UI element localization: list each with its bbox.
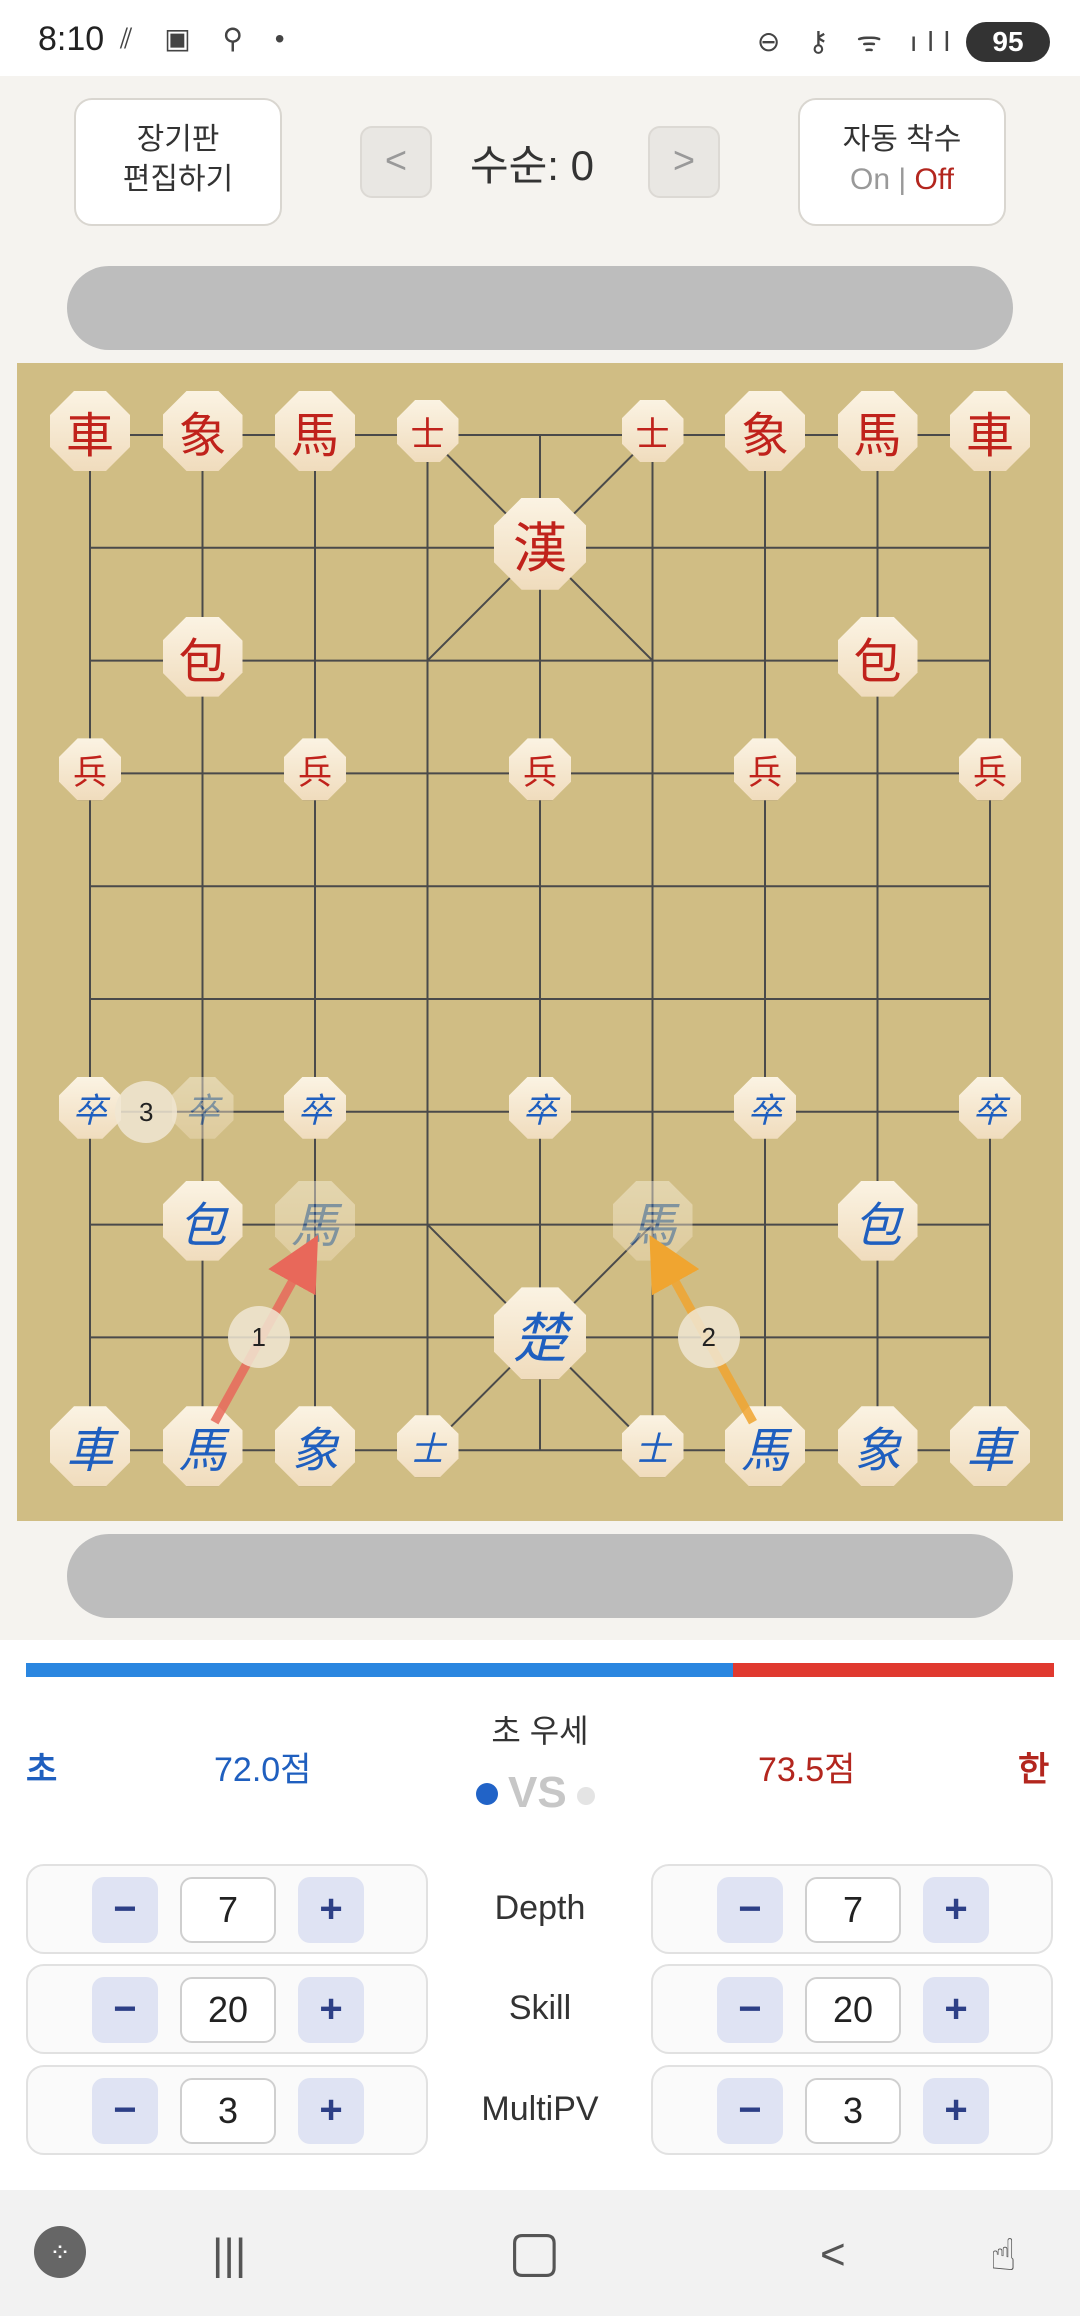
turn-indicator-grey [577, 1787, 595, 1805]
setting-label: Depth [494, 1889, 586, 1927]
back-icon[interactable]: < [820, 2230, 846, 2280]
battery-icon: 95 [966, 22, 1050, 62]
setting-label: Skill [508, 1989, 572, 2027]
increment-button[interactable]: + [923, 1977, 989, 2043]
chevron-right-icon: > [672, 140, 696, 182]
decrement-button[interactable]: − [92, 1977, 158, 2043]
chevron-left-icon: < [384, 140, 408, 182]
decrement-button[interactable]: − [717, 1877, 783, 1943]
assistant-icon[interactable]: ☝ [990, 2230, 1017, 2281]
stepper-value[interactable]: 20 [805, 1977, 901, 2043]
han-advantage-bar [733, 1663, 1054, 1677]
setting-label: MultiPV [481, 2090, 599, 2128]
increment-button[interactable]: + [298, 2078, 364, 2144]
auto-move-toggle[interactable]: 자동 착수 On | Off [798, 98, 1006, 226]
hint-rank-badge: 3 [115, 1080, 178, 1143]
stepper-value[interactable]: 3 [805, 2078, 901, 2144]
cho-depth-stepper: −7 + [26, 1864, 428, 1954]
cho-advantage-bar [26, 1663, 733, 1677]
home-icon[interactable]: ▢ [508, 2218, 561, 2284]
decrement-button[interactable]: − [92, 1877, 158, 1943]
game-launcher-icon[interactable]: ⁘ [34, 2226, 86, 2278]
status-bar: 8:10 ⫽ ▣ ⚲ • ⊖ ⚷ ᯤ ıll 95 [0, 0, 1080, 76]
hint-arrows [210, 1234, 757, 1425]
auto-separator: | [898, 163, 907, 196]
edit-board-label-line2: 편집하기 [122, 163, 234, 196]
notification-icons: ⫽ ▣ ⚲ • [120, 23, 297, 54]
decrement-button[interactable]: − [92, 2078, 158, 2144]
prev-move-button[interactable]: < [360, 126, 432, 198]
janggi-board[interactable]: 車象馬士士象馬車漢包包兵兵兵兵兵卒卒卒卒卒包包楚車馬象士士馬象車卒馬馬123 [17, 363, 1063, 1521]
edit-board-button[interactable]: 장기판 편집하기 [74, 98, 282, 226]
decrement-button[interactable]: − [717, 1977, 783, 2043]
auto-move-state: On | Off [800, 160, 1004, 200]
auto-move-label: 자동 착수 [842, 123, 962, 156]
increment-button[interactable]: + [298, 1877, 364, 1943]
vs-label: VS [508, 1768, 567, 1817]
increment-button[interactable]: + [298, 1977, 364, 2043]
next-move-button[interactable]: > [648, 126, 720, 198]
han-skill-stepper: −20 + [651, 1964, 1053, 2054]
advantage-text: 초 우세 [491, 1713, 589, 1749]
top-player-bar [67, 266, 1013, 350]
hint-rank-badge: 1 [227, 1306, 290, 1369]
auto-off-option[interactable]: Off [915, 163, 954, 196]
han-multipv-stepper: −3 + [651, 2065, 1053, 2155]
turn-indicator-blue [476, 1783, 498, 1805]
edit-board-label-line1: 장기판 [136, 123, 220, 156]
cho-multipv-stepper: −3 + [26, 2065, 428, 2155]
cho-skill-stepper: −20 + [26, 1964, 428, 2054]
hint-rank-badge: 2 [677, 1306, 740, 1369]
system-status-icons: ⊖ ⚷ ᯤ ıll [756, 26, 960, 57]
stepper-value[interactable]: 7 [805, 1877, 901, 1943]
increment-button[interactable]: + [923, 2078, 989, 2144]
increment-button[interactable]: + [923, 1877, 989, 1943]
auto-on-option[interactable]: On [850, 163, 890, 196]
recents-icon[interactable]: ||| [212, 2230, 246, 2280]
move-counter: 수순: 0 [470, 142, 594, 189]
han-score: 73.5점 [758, 1751, 856, 1789]
stepper-value[interactable]: 3 [180, 2078, 276, 2144]
han-label: 한 [1018, 1751, 1050, 1789]
decrement-button[interactable]: − [717, 2078, 783, 2144]
bottom-player-bar [67, 1534, 1013, 1618]
han-depth-stepper: −7 + [651, 1864, 1053, 1954]
status-time: 8:10 [38, 20, 105, 58]
stepper-value[interactable]: 7 [180, 1877, 276, 1943]
stepper-value[interactable]: 20 [180, 1977, 276, 2043]
